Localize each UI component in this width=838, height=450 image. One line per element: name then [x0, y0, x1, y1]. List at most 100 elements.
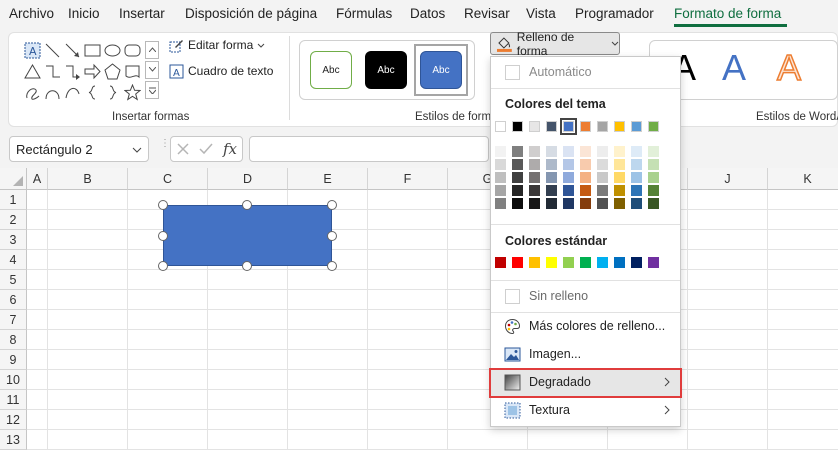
row-header-8[interactable]: 8	[0, 330, 27, 350]
tab-archivo[interactable]: Archivo	[9, 6, 54, 21]
selected-rectangle-shape[interactable]	[163, 205, 332, 266]
theme-shade-swatch[interactable]	[546, 172, 557, 183]
theme-shade-swatch[interactable]	[614, 185, 625, 196]
theme-shade-swatch[interactable]	[648, 198, 659, 209]
theme-color-swatch[interactable]	[648, 121, 659, 132]
theme-shade-swatch[interactable]	[495, 146, 506, 157]
theme-color-swatch[interactable]	[580, 121, 591, 132]
row-header-11[interactable]: 11	[0, 390, 27, 410]
col-header-b[interactable]: B	[48, 168, 128, 190]
resize-handle-top[interactable]	[242, 200, 252, 210]
star-shape-icon[interactable]	[124, 84, 141, 101]
theme-shade-swatch[interactable]	[529, 198, 540, 209]
col-header-e[interactable]: E	[288, 168, 368, 190]
select-all-corner[interactable]	[0, 168, 27, 190]
theme-color-swatch[interactable]	[631, 121, 642, 132]
theme-shade-swatch[interactable]	[648, 185, 659, 196]
theme-shade-swatch[interactable]	[529, 146, 540, 157]
theme-shade-swatch[interactable]	[597, 172, 608, 183]
theme-color-swatch[interactable]	[560, 118, 577, 135]
theme-shade-swatch[interactable]	[495, 172, 506, 183]
theme-color-swatch[interactable]	[614, 121, 625, 132]
theme-shade-swatch[interactable]	[614, 172, 625, 183]
theme-shade-swatch[interactable]	[614, 198, 625, 209]
theme-shade-swatch[interactable]	[648, 146, 659, 157]
edit-shape-button[interactable]: Editar forma	[169, 36, 265, 54]
wordart-style-orange-outline[interactable]: A	[776, 46, 802, 89]
elbow-connector-shape-icon[interactable]	[44, 63, 61, 80]
row-header-5[interactable]: 5	[0, 270, 27, 290]
rectangle-shape-icon[interactable]	[84, 42, 101, 59]
theme-shade-swatch[interactable]	[580, 185, 591, 196]
wordart-style-blue[interactable]: A	[722, 47, 746, 89]
row-header-12[interactable]: 12	[0, 410, 27, 430]
tab-datos[interactable]: Datos	[410, 6, 445, 21]
theme-shade-swatch[interactable]	[597, 159, 608, 170]
block-arrow-shape-icon[interactable]	[84, 63, 101, 80]
freeform-scribble-icon[interactable]	[24, 84, 41, 101]
resize-handle-top-right[interactable]	[327, 200, 337, 210]
text-box-button[interactable]: A Cuadro de texto	[169, 62, 273, 80]
pentagon-shape-icon[interactable]	[104, 63, 121, 80]
tab-insertar[interactable]: Insertar	[119, 6, 165, 21]
resize-handle-top-left[interactable]	[158, 200, 168, 210]
theme-shade-swatch[interactable]	[648, 159, 659, 170]
shape-style-outline-green[interactable]: Abc	[310, 51, 352, 89]
theme-shade-swatch[interactable]	[495, 159, 506, 170]
row-header-4[interactable]: 4	[0, 250, 27, 270]
col-header-k[interactable]: K	[768, 168, 838, 190]
row-header-9[interactable]: 9	[0, 350, 27, 370]
row-header-10[interactable]: 10	[0, 370, 27, 390]
theme-shade-swatch[interactable]	[495, 185, 506, 196]
theme-color-swatch[interactable]	[495, 121, 506, 132]
resize-handle-bottom-left[interactable]	[158, 261, 168, 271]
standard-color-swatch[interactable]	[597, 257, 608, 268]
theme-shade-swatch[interactable]	[631, 172, 642, 183]
standard-color-swatch[interactable]	[529, 257, 540, 268]
theme-shade-swatch[interactable]	[563, 198, 574, 209]
theme-shade-swatch[interactable]	[546, 146, 557, 157]
elbow-arrow-shape-icon[interactable]	[64, 63, 81, 80]
triangle-shape-icon[interactable]	[24, 63, 41, 80]
row-header-2[interactable]: 2	[0, 210, 27, 230]
theme-shade-swatch[interactable]	[631, 198, 642, 209]
name-box[interactable]: Rectángulo 2	[9, 136, 149, 162]
shape-fill-button[interactable]: Relleno de forma	[490, 30, 620, 58]
standard-color-swatch[interactable]	[512, 257, 523, 268]
theme-shade-swatch[interactable]	[580, 146, 591, 157]
theme-shade-swatch[interactable]	[614, 159, 625, 170]
shape-style-blue[interactable]: Abc	[420, 51, 462, 89]
theme-shade-swatch[interactable]	[546, 185, 557, 196]
theme-shade-swatch[interactable]	[648, 172, 659, 183]
tab-inicio[interactable]: Inicio	[68, 6, 100, 21]
col-header-a[interactable]: A	[27, 168, 48, 190]
shapes-more-button[interactable]	[145, 81, 159, 99]
picture-fill-option[interactable]: Imagen...	[491, 342, 680, 368]
theme-shade-swatch[interactable]	[563, 172, 574, 183]
theme-shade-swatch[interactable]	[580, 172, 591, 183]
rounded-rectangle-shape-icon[interactable]	[124, 42, 141, 59]
tab-formato-de-forma[interactable]: Formato de forma	[674, 6, 781, 21]
theme-shade-swatch[interactable]	[597, 185, 608, 196]
curve-shape-icon[interactable]	[44, 84, 61, 101]
theme-shade-swatch[interactable]	[631, 159, 642, 170]
theme-shade-swatch[interactable]	[580, 198, 591, 209]
wave-shape-icon[interactable]	[124, 63, 141, 80]
tab-revisar[interactable]: Revisar	[464, 6, 510, 21]
row-header-7[interactable]: 7	[0, 310, 27, 330]
row-header-3[interactable]: 3	[0, 230, 27, 250]
theme-color-swatch[interactable]	[546, 121, 557, 132]
theme-shade-swatch[interactable]	[529, 159, 540, 170]
standard-color-swatch[interactable]	[648, 257, 659, 268]
theme-shade-swatch[interactable]	[563, 185, 574, 196]
theme-color-swatch[interactable]	[512, 121, 523, 132]
row-header-6[interactable]: 6	[0, 290, 27, 310]
standard-color-swatch[interactable]	[614, 257, 625, 268]
col-header-d[interactable]: D	[208, 168, 288, 190]
standard-color-swatch[interactable]	[631, 257, 642, 268]
theme-shade-swatch[interactable]	[614, 146, 625, 157]
tab-formulas[interactable]: Fórmulas	[336, 6, 392, 21]
theme-shade-swatch[interactable]	[512, 172, 523, 183]
resize-handle-bottom-right[interactable]	[327, 261, 337, 271]
tab-vista[interactable]: Vista	[526, 6, 556, 21]
